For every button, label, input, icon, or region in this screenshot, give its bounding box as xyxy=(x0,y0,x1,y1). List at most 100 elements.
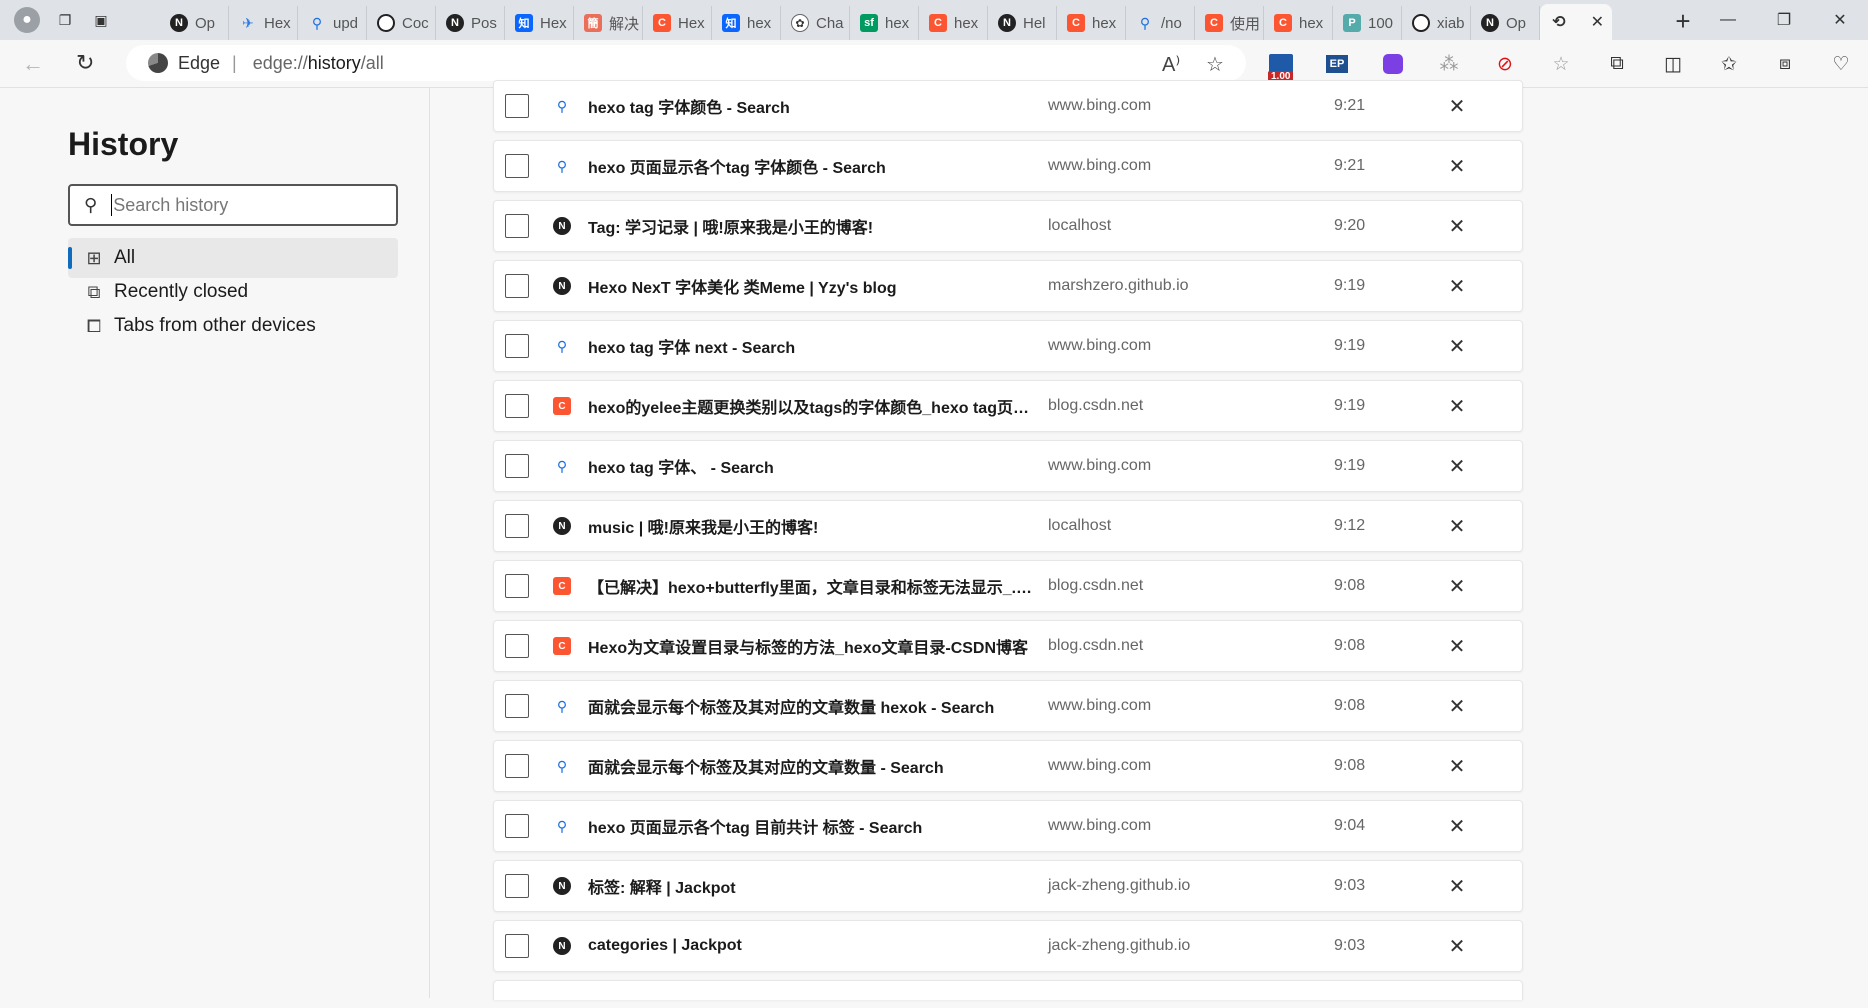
active-tab-history[interactable]: ⟲ ✕ xyxy=(1540,4,1612,40)
row-checkbox[interactable] xyxy=(505,934,529,958)
new-tab-button[interactable]: + xyxy=(1668,6,1698,36)
delete-icon[interactable]: ✕ xyxy=(1442,754,1472,779)
browser-tab[interactable]: 知 hex xyxy=(712,6,781,40)
browser-tab[interactable]: N Op xyxy=(160,6,229,40)
extension-purple-icon[interactable] xyxy=(1374,48,1412,80)
browser-tab[interactable]: 簡解决 xyxy=(574,6,643,40)
browser-tab[interactable]: ⚲ /no xyxy=(1126,6,1195,40)
browser-tab[interactable]: N Op xyxy=(1471,6,1540,40)
row-checkbox[interactable] xyxy=(505,274,529,298)
row-checkbox[interactable] xyxy=(505,514,529,538)
history-title[interactable]: Tag: 学习记录 | 哦!原来我是小王的博客! xyxy=(588,214,1035,238)
history-row[interactable]: N Tag: 学习记录 | 哦!原来我是小王的博客! localhost 9:20 ✕ xyxy=(493,200,1523,252)
extension-zip-icon[interactable]: ⁂ xyxy=(1430,48,1468,80)
history-title[interactable]: hexo的yelee主题更换类别以及tags的字体颜色_hexo tag页面 .… xyxy=(588,394,1035,418)
row-checkbox[interactable] xyxy=(505,754,529,778)
split-screen-icon[interactable]: ◫ xyxy=(1654,48,1692,80)
workspaces-icon[interactable]: ❐ xyxy=(54,9,76,31)
browser-tab[interactable]: ✿ Cha xyxy=(781,6,850,40)
delete-icon[interactable]: ✕ xyxy=(1442,394,1472,419)
extension-ep-icon[interactable]: EP xyxy=(1318,48,1356,80)
history-row[interactable]: Nmusic | 哦!原来我是小王的博客! localhost 9:12 ✕ xyxy=(493,500,1523,552)
history-title[interactable]: 标签: 解释 | Jackpot xyxy=(588,874,1035,898)
row-checkbox[interactable] xyxy=(505,334,529,358)
history-title[interactable]: hexo tag 字体、 - Search xyxy=(588,454,1035,478)
extension-speed-icon[interactable]: 1.00 xyxy=(1262,48,1300,82)
tab-close-icon[interactable]: ✕ xyxy=(1591,12,1604,32)
favorites-bar-icon[interactable]: ☆ xyxy=(1542,48,1580,80)
history-row[interactable]: ⚲ hexo 页面显示各个tag 目前共计 标签 - Search www.bing… xyxy=(493,800,1523,852)
history-title[interactable]: categories | Jackpot xyxy=(588,937,1035,955)
delete-icon[interactable]: ✕ xyxy=(1442,214,1472,239)
history-title[interactable]: 面就会显示每个标签及其对应的文章数量 hexok - Search xyxy=(588,694,1035,718)
favorite-star-icon[interactable]: ☆ xyxy=(1206,52,1224,77)
history-row[interactable]: ⚲ 面就会显示每个标签及其对应的文章数量 - Search www.bing.com… xyxy=(493,740,1523,792)
back-button[interactable]: ← xyxy=(22,51,44,77)
row-checkbox[interactable] xyxy=(505,94,529,118)
delete-icon[interactable]: ✕ xyxy=(1442,514,1472,539)
delete-icon[interactable]: ✕ xyxy=(1442,634,1472,659)
browser-essentials-icon[interactable]: ♡ xyxy=(1822,48,1860,80)
delete-icon[interactable]: ✕ xyxy=(1442,94,1472,119)
browser-tab[interactable]: Chex xyxy=(1264,6,1333,40)
delete-icon[interactable]: ✕ xyxy=(1442,454,1472,479)
row-checkbox[interactable] xyxy=(505,574,529,598)
history-title[interactable]: Hexo NexT 字体美化 类Meme | Yzy's blog xyxy=(588,274,1035,298)
history-title[interactable]: hexo 页面显示各个tag 目前共计 标签 - Search xyxy=(588,814,1035,838)
browser-tab[interactable]: 知 Hex xyxy=(505,6,574,40)
history-row[interactable]: C Hexo为文章设置目录与标签的方法_hexo文章目录-CSDN博客 blog.c… xyxy=(493,620,1523,672)
history-title[interactable]: 面就会显示每个标签及其对应的文章数量 - Search xyxy=(588,754,1035,778)
minimize-button[interactable]: — xyxy=(1700,0,1756,40)
history-row[interactable]: Ncategories | Jackpot jack-zheng.github.i… xyxy=(493,920,1523,972)
browser-tab[interactable]: N Hel xyxy=(988,6,1057,40)
browser-tab[interactable]: ⚲ upd xyxy=(298,6,367,40)
address-bar[interactable]: Edge | edge://history/all A⁾ ☆ xyxy=(126,45,1246,81)
delete-icon[interactable]: ✕ xyxy=(1442,334,1472,359)
nav-other-devices[interactable]: ⧠ Tabs from other devices xyxy=(68,306,398,346)
row-checkbox[interactable] xyxy=(505,634,529,658)
row-checkbox[interactable] xyxy=(505,154,529,178)
refresh-button[interactable]: ↻ xyxy=(76,50,94,76)
search-input[interactable] xyxy=(113,194,374,216)
delete-icon[interactable]: ✕ xyxy=(1442,274,1472,299)
favorites-icon[interactable]: ✩ xyxy=(1710,48,1748,80)
history-title[interactable]: hexo 页面显示各个tag 字体颜色 - Search xyxy=(588,154,1035,178)
history-title[interactable]: 【已解决】hexo+butterfly里面，文章目录和标签无法显示_.m... xyxy=(588,574,1035,598)
row-checkbox[interactable] xyxy=(505,454,529,478)
read-aloud-icon[interactable]: A⁾ xyxy=(1162,52,1180,77)
browser-tab[interactable]: Chex xyxy=(919,6,988,40)
delete-icon[interactable]: ✕ xyxy=(1442,694,1472,719)
history-row[interactable]: N 标签: 解释 | Jackpot jack-zheng.github.io 9:0… xyxy=(493,860,1523,912)
row-checkbox[interactable] xyxy=(505,214,529,238)
history-row[interactable]: ⚲ hexo tag 字体颜色 - Search www.bing.com 9:21 ✕ xyxy=(493,80,1523,132)
browser-tab[interactable]: C 使用 xyxy=(1195,6,1264,40)
row-checkbox[interactable] xyxy=(505,394,529,418)
history-title[interactable]: music | 哦!原来我是小王的博客! xyxy=(588,514,1035,538)
delete-icon[interactable]: ✕ xyxy=(1442,934,1472,959)
browser-tab[interactable]: Chex xyxy=(1057,6,1126,40)
extension-block-icon[interactable]: ⊘ xyxy=(1486,48,1524,80)
delete-icon[interactable]: ✕ xyxy=(1442,154,1472,179)
extensions-puzzle-icon[interactable]: ⧉ xyxy=(1598,48,1636,80)
history-row[interactable]: C 【已解决】hexo+butterfly里面，文章目录和标签无法显示_.m...… xyxy=(493,560,1523,612)
history-row[interactable]: ⚲ hexo 页面显示各个tag 字体颜色 - Search www.bing.co… xyxy=(493,140,1523,192)
history-title[interactable]: hexo tag 字体 next - Search xyxy=(588,334,1035,358)
delete-icon[interactable]: ✕ xyxy=(1442,814,1472,839)
history-row[interactable]: N Hexo NexT 字体美化 类Meme | Yzy's blog marshz… xyxy=(493,260,1523,312)
row-checkbox[interactable] xyxy=(505,874,529,898)
history-title[interactable]: Hexo为文章设置目录与标签的方法_hexo文章目录-CSDN博客 xyxy=(588,634,1035,658)
browser-tab[interactable]: P 100 xyxy=(1333,6,1402,40)
tab-actions-icon[interactable]: ▣ xyxy=(90,9,112,31)
delete-icon[interactable]: ✕ xyxy=(1442,874,1472,899)
browser-tab[interactable]: Coc xyxy=(367,6,436,40)
history-row[interactable]: ⚲ hexo tag 字体 next - Search www.bing.com 9:… xyxy=(493,320,1523,372)
search-box[interactable]: ⚲ xyxy=(68,184,398,226)
row-checkbox[interactable] xyxy=(505,694,529,718)
browser-tab[interactable]: ✈ Hex xyxy=(229,6,298,40)
history-row[interactable]: Chexo的yelee主题更换类别以及tags的字体颜色_hexo tag页面 … xyxy=(493,380,1523,432)
browser-tab[interactable]: sf hex xyxy=(850,6,919,40)
browser-tab[interactable]: xiab xyxy=(1402,6,1471,40)
browser-tab[interactable]: N Pos xyxy=(436,6,505,40)
row-checkbox[interactable] xyxy=(505,814,529,838)
profile-avatar[interactable]: ● xyxy=(14,7,40,33)
